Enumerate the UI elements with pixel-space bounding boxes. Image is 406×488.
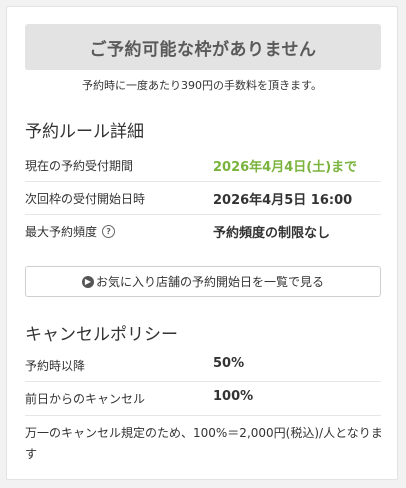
rule-value: 2026年4月4日(土)まで <box>213 160 358 175</box>
cancel-value: 50% <box>213 356 245 371</box>
rule-value: 予約頻度の制限なし <box>213 226 331 241</box>
favorite-stores-button-label: お気に入り店舗の予約開始日を一覧で見る <box>95 275 324 289</box>
rule-label: 次回枠の受付開始日時 <box>25 192 146 206</box>
rule-label: 現在の予約受付期間 <box>25 159 134 173</box>
cancel-value: 100% <box>213 389 254 404</box>
cancel-label: 予約時以降 <box>25 359 86 373</box>
rules-section-title: 予約ルール詳細 <box>25 122 144 142</box>
cancel-row-day-before: 前日からのキャンセル 100% <box>25 382 381 416</box>
cancel-policy-note: 万一のキャンセル規定のため、100%＝2,000円(税込)/人となります <box>25 426 383 461</box>
rule-row-next-open: 次回枠の受付開始日時 2026年4月5日 16:00 <box>25 182 381 215</box>
favorite-stores-schedule-button[interactable]: ▶ お気に入り店舗の予約開始日を一覧で見る <box>25 266 381 297</box>
cancel-row-after-booking: 予約時以降 50% <box>25 349 381 382</box>
circle-arrow-right-icon: ▶ <box>81 275 94 288</box>
reservation-card: ご予約可能な枠がありません 予約時に一度あたり390円の手数料を頂きます。 予約… <box>6 6 398 480</box>
help-icon[interactable]: ? <box>102 225 116 238</box>
cancel-label: 前日からのキャンセル <box>25 392 146 406</box>
rule-row-current-period: 現在の予約受付期間 2026年4月4日(土)まで <box>25 149 381 182</box>
rule-value: 2026年4月5日 16:00 <box>213 193 353 208</box>
rule-label-text: 最大予約頻度 <box>25 225 98 239</box>
cancel-policy-title: キャンセルポリシー <box>25 325 178 345</box>
rule-label: 最大予約頻度 ? <box>25 223 116 240</box>
rule-row-max-frequency: 最大予約頻度 ? 予約頻度の制限なし <box>25 215 381 248</box>
fee-note: 予約時に一度あたり390円の手数料を頂きます。 <box>82 79 322 92</box>
no-slots-button[interactable]: ご予約可能な枠がありません <box>25 24 381 70</box>
